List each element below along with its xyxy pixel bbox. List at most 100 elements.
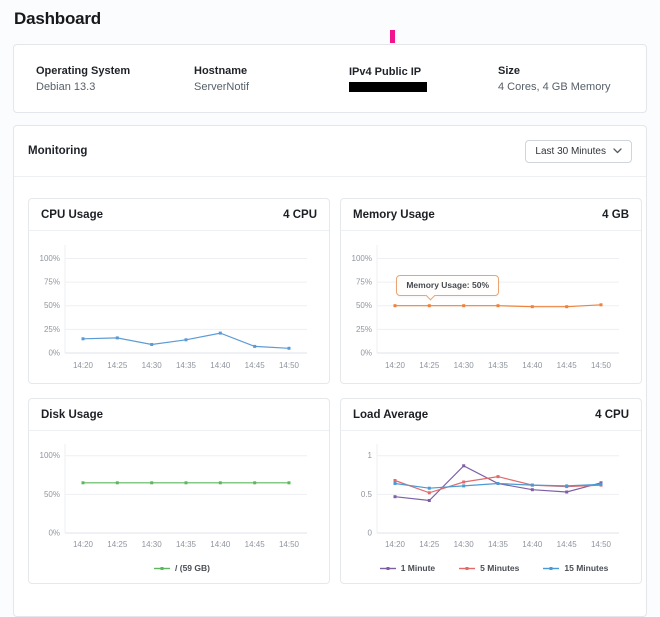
info-value: Debian 13.3 bbox=[36, 80, 96, 93]
info-value: ServerNotif bbox=[194, 80, 250, 93]
svg-text:100%: 100% bbox=[352, 254, 372, 263]
memory-usage-chart[interactable]: 0% 25% 50% 75% 100% 14:20 14:25 14:30 14:35 14:40… bbox=[341, 231, 641, 383]
svg-text:50%: 50% bbox=[44, 301, 60, 310]
svg-text:14:20: 14:20 bbox=[385, 540, 406, 549]
chart-tooltip: Memory Usage: 50% bbox=[396, 274, 499, 296]
svg-text:14:20: 14:20 bbox=[385, 361, 406, 370]
svg-text:14:45: 14:45 bbox=[245, 361, 266, 370]
chart-unit-label: 4 CPU bbox=[283, 208, 317, 221]
svg-text:14:20: 14:20 bbox=[73, 540, 94, 549]
svg-text:14:25: 14:25 bbox=[419, 361, 440, 370]
svg-text:14:35: 14:35 bbox=[176, 361, 197, 370]
info-item-size: Size 4 Cores, 4 GB Memory bbox=[498, 65, 610, 93]
cpu-usage-chart-canvas[interactable]: 0% 25% 50% 75% 100% 14:20 14:25 14:30 14:35 14:40… bbox=[35, 235, 313, 381]
svg-text:100%: 100% bbox=[40, 254, 60, 263]
chart-legend: / (59 GB) bbox=[35, 563, 329, 573]
svg-text:14:40: 14:40 bbox=[210, 361, 231, 370]
redacted-ip-value bbox=[349, 81, 427, 92]
time-range-value: Last 30 Minutes bbox=[535, 145, 606, 157]
svg-text:14:50: 14:50 bbox=[279, 361, 300, 370]
chart-title: Memory Usage bbox=[353, 208, 435, 221]
svg-text:50%: 50% bbox=[44, 490, 60, 499]
svg-text:14:25: 14:25 bbox=[107, 540, 128, 549]
legend-label: / (59 GB) bbox=[175, 563, 210, 573]
svg-text:14:45: 14:45 bbox=[557, 361, 578, 370]
svg-text:75%: 75% bbox=[44, 278, 60, 287]
svg-text:14:30: 14:30 bbox=[142, 540, 163, 549]
svg-text:14:35: 14:35 bbox=[488, 361, 509, 370]
svg-text:0%: 0% bbox=[48, 349, 60, 358]
chart-header: Load Average 4 CPU bbox=[341, 399, 641, 431]
time-range-select[interactable]: Last 30 Minutes bbox=[525, 139, 632, 163]
svg-text:14:45: 14:45 bbox=[245, 540, 266, 549]
chart-unit-label: 4 GB bbox=[602, 208, 629, 221]
legend-marker-icon bbox=[154, 566, 171, 570]
svg-text:14:25: 14:25 bbox=[419, 540, 440, 549]
svg-text:14:40: 14:40 bbox=[210, 540, 231, 549]
svg-text:0%: 0% bbox=[360, 349, 372, 358]
svg-text:100%: 100% bbox=[40, 451, 60, 460]
legend-marker-icon bbox=[543, 566, 560, 570]
info-label: Size bbox=[498, 64, 521, 77]
svg-text:14:50: 14:50 bbox=[591, 540, 612, 549]
info-value: 4 Cores, 4 GB Memory bbox=[498, 80, 611, 93]
svg-text:0%: 0% bbox=[48, 529, 60, 538]
cpu-usage-chart[interactable]: 0% 25% 50% 75% 100% 14:20 14:25 14:30 14:35 14:40… bbox=[29, 231, 329, 383]
chart-card-load-average: Load Average 4 CPU 0 0.5 1 14:20 14:25 14:30 1… bbox=[340, 398, 642, 584]
svg-text:14:45: 14:45 bbox=[557, 540, 578, 549]
legend-marker-icon bbox=[379, 566, 396, 570]
load-average-chart-canvas[interactable]: 0 0.5 1 14:20 14:25 14:30 14:35 14:40 14:45 14:50 bbox=[347, 435, 625, 555]
info-item-hostname: Hostname ServerNotif bbox=[194, 65, 349, 93]
svg-text:14:25: 14:25 bbox=[107, 361, 128, 370]
chart-unit-label: 4 CPU bbox=[595, 408, 629, 421]
svg-text:25%: 25% bbox=[44, 325, 60, 334]
svg-text:0: 0 bbox=[368, 529, 373, 538]
legend-label: 15 Minutes bbox=[564, 563, 609, 573]
svg-text:14:40: 14:40 bbox=[522, 361, 543, 370]
load-average-chart[interactable]: 0 0.5 1 14:20 14:25 14:30 14:35 14:40 14:45 14:50… bbox=[341, 431, 641, 583]
legend-item: 5 Minutes bbox=[459, 563, 519, 573]
chart-title: CPU Usage bbox=[41, 208, 103, 221]
info-item-ipv4-public-ip: IPv4 Public IP bbox=[349, 66, 498, 92]
chart-header: CPU Usage 4 CPU bbox=[29, 199, 329, 231]
svg-text:25%: 25% bbox=[356, 325, 372, 334]
svg-text:75%: 75% bbox=[356, 278, 372, 287]
svg-text:14:40: 14:40 bbox=[522, 540, 543, 549]
chart-card-cpu-usage: CPU Usage 4 CPU 0% 25% 50% 75% 100% 14:20 14:2… bbox=[28, 198, 330, 384]
legend-label: 5 Minutes bbox=[480, 563, 520, 573]
disk-usage-chart[interactable]: 0% 50% 100% 14:20 14:25 14:30 14:35 14:40 14:45 1… bbox=[29, 431, 329, 583]
svg-text:14:30: 14:30 bbox=[142, 361, 163, 370]
info-card: Operating System Debian 13.3 Hostname Se… bbox=[13, 44, 647, 113]
page-title: Dashboard bbox=[14, 9, 101, 28]
info-item-operating-system: Operating System Debian 13.3 bbox=[36, 65, 194, 93]
monitoring-title: Monitoring bbox=[28, 145, 88, 157]
info-label: Operating System bbox=[36, 64, 131, 77]
legend-marker-icon bbox=[459, 566, 476, 570]
monitoring-card: Monitoring Last 30 Minutes CPU Usage 4 C… bbox=[13, 125, 647, 617]
legend-label: 1 Minute bbox=[400, 563, 436, 573]
svg-text:14:50: 14:50 bbox=[591, 361, 612, 370]
svg-text:14:50: 14:50 bbox=[279, 540, 300, 549]
chevron-down-icon bbox=[613, 148, 622, 154]
svg-text:14:30: 14:30 bbox=[454, 361, 475, 370]
svg-text:14:30: 14:30 bbox=[454, 540, 475, 549]
chart-card-disk-usage: Disk Usage 0% 50% 100% 14:20 14:25 14:30 14:35… bbox=[28, 398, 330, 584]
svg-text:14:35: 14:35 bbox=[176, 540, 197, 549]
memory-usage-chart-canvas[interactable]: 0% 25% 50% 75% 100% 14:20 14:25 14:30 14:35 14:40… bbox=[347, 235, 625, 381]
disk-usage-chart-canvas[interactable]: 0% 50% 100% 14:20 14:25 14:30 14:35 14:40 14:45 1… bbox=[35, 435, 313, 555]
svg-text:1: 1 bbox=[368, 451, 373, 460]
monitoring-header: Monitoring Last 30 Minutes bbox=[14, 126, 646, 177]
info-label: IPv4 Public IP bbox=[349, 65, 422, 78]
svg-text:0.5: 0.5 bbox=[361, 490, 373, 499]
svg-text:14:20: 14:20 bbox=[73, 361, 94, 370]
cursor-caret bbox=[390, 30, 395, 43]
chart-card-memory-usage: Memory Usage 4 GB 0% 25% 50% 75% 100% 14:20 14… bbox=[340, 198, 642, 384]
info-label: Hostname bbox=[194, 64, 248, 77]
legend-item: / (59 GB) bbox=[154, 563, 210, 573]
chart-title: Disk Usage bbox=[41, 408, 104, 421]
legend-item: 1 Minute bbox=[379, 563, 436, 573]
legend-item: 15 Minutes bbox=[543, 563, 608, 573]
svg-text:50%: 50% bbox=[356, 301, 372, 310]
chart-header: Memory Usage 4 GB bbox=[341, 199, 641, 231]
chart-header: Disk Usage bbox=[29, 399, 329, 431]
